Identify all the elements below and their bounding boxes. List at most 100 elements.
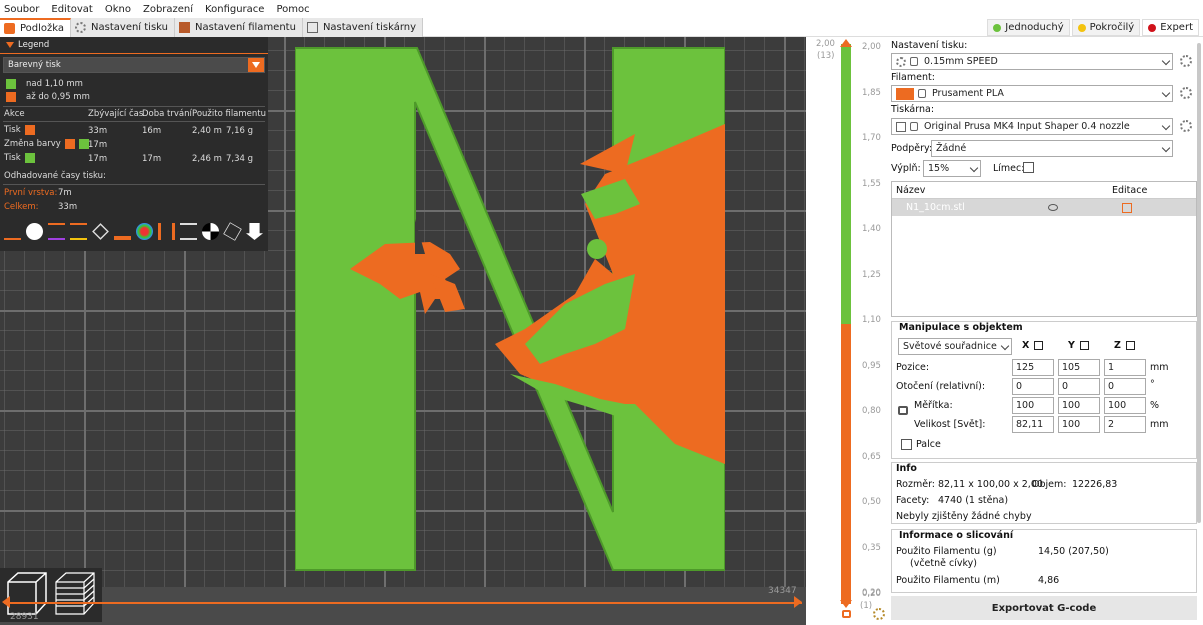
size-y-input[interactable]: 100 (1058, 416, 1100, 433)
sidebar: Nastavení tisku: 0.15mm SPEED Filament: … (886, 37, 1203, 625)
menu-window[interactable]: Okno (105, 4, 131, 15)
info-panel: Info Rozměr: 82,11 x 100,00 x 2,00 Objem… (891, 462, 1197, 524)
custom-gcodes-icon[interactable] (180, 223, 197, 240)
print-settings-edit-icon[interactable] (1180, 55, 1192, 67)
inches-checkbox[interactable] (901, 439, 912, 450)
mode-simple[interactable]: Jednoduchý (987, 19, 1070, 36)
rotation-y-input[interactable]: 0 (1058, 378, 1100, 395)
lower-thumb-icon[interactable] (840, 600, 852, 608)
filament-label: Filament: (891, 72, 935, 83)
legend-header[interactable]: Legend (0, 37, 268, 54)
col-header-edit: Editace (1112, 185, 1148, 196)
hslider-right-arrow-icon[interactable] (794, 596, 802, 608)
z-axis-drop-icon[interactable] (1126, 341, 1135, 350)
travel-icon[interactable] (4, 223, 21, 240)
scale-z-input[interactable]: 100 (1104, 397, 1146, 414)
supports-select[interactable]: Žádné (931, 140, 1173, 157)
lock-icon[interactable] (842, 610, 851, 618)
printer-small-icon (896, 121, 906, 132)
mode-expert[interactable]: Expert (1142, 19, 1199, 36)
view-type-select[interactable]: Barevný tisk (3, 57, 265, 73)
menu-edit[interactable]: Editovat (51, 4, 92, 15)
mode-advanced[interactable]: Pokročilý (1071, 19, 1141, 36)
tab-plater[interactable]: Podložka (0, 18, 72, 37)
x-axis-drop-icon[interactable] (1034, 341, 1043, 350)
printer-select[interactable]: Original Prusa MK4 Input Shaper 0.4 nozz… (891, 118, 1173, 135)
vertical-slider[interactable] (841, 44, 851, 604)
upper-thumb-icon[interactable] (840, 39, 852, 47)
row-duration: 17m (142, 154, 162, 164)
scale-lock-icon[interactable] (898, 406, 908, 415)
shells-icon[interactable] (223, 222, 242, 241)
infill-select[interactable]: 15% (923, 160, 981, 177)
print-settings-label: Nastavení tisku: (891, 40, 968, 51)
dropdown-arrow-icon (248, 58, 264, 72)
spool-icon (179, 22, 190, 33)
collapse-arrow-icon (6, 42, 14, 48)
position-z-input[interactable]: 1 (1104, 359, 1146, 376)
lock-small-icon (910, 122, 918, 131)
position-y-input[interactable]: 105 (1058, 359, 1100, 376)
rotation-x-input[interactable]: 0 (1012, 378, 1054, 395)
position-x-input[interactable]: 125 (1012, 359, 1054, 376)
scale-x-input[interactable]: 100 (1012, 397, 1054, 414)
center-of-gravity-icon[interactable] (202, 223, 219, 240)
vslider-tick-label: 0,65 (862, 451, 881, 462)
used-m-label: Použito Filamentu (m) (896, 575, 1000, 586)
preview-canvas[interactable]: Legend Barevný tisk nad 1,10 mm až do 0,… (0, 37, 836, 625)
printer-edit-icon[interactable] (1180, 120, 1192, 132)
export-gcode-button[interactable]: Exportovat G-code (891, 596, 1197, 620)
y-axis-drop-icon[interactable] (1080, 341, 1089, 350)
tool-marker-icon[interactable] (246, 223, 263, 240)
3d-view-icon[interactable] (7, 572, 47, 615)
hslider-left-arrow-icon[interactable] (2, 596, 10, 608)
color-changes-icon[interactable] (136, 223, 153, 240)
vslider-tick-label: 0,95 (862, 360, 881, 371)
pause-prints-icon[interactable] (158, 223, 175, 240)
position-label: Pozice: (896, 362, 930, 373)
tab-printer-settings[interactable]: Nastavení tiskárny (302, 18, 424, 37)
menu-bar: Soubor Editovat Okno Zobrazení Konfigura… (0, 0, 1203, 18)
tool-changes-icon[interactable] (114, 223, 131, 240)
size-x-input[interactable]: 82,11 (1012, 416, 1054, 433)
menu-view[interactable]: Zobrazení (143, 4, 193, 15)
vslider-tick-label: 1,25 (862, 269, 881, 280)
filament-color-swatch[interactable] (896, 87, 914, 100)
list-item[interactable]: N1_10cm.stl (892, 199, 1196, 216)
sidebar-scrollbar[interactable] (1197, 43, 1201, 523)
print-settings-select[interactable]: 0.15mm SPEED (891, 53, 1173, 70)
menu-configuration[interactable]: Konfigurace (205, 4, 264, 15)
retractions-icon[interactable] (48, 223, 65, 240)
wipe-icon[interactable] (26, 223, 43, 240)
row-action: Změna barvy (4, 139, 93, 149)
tab-print-settings[interactable]: Nastavení tisku (71, 18, 175, 37)
object-list: Název Editace N1_10cm.stl (891, 181, 1197, 317)
edit-object-icon[interactable] (1122, 203, 1132, 213)
menu-file[interactable]: Soubor (4, 4, 39, 15)
settings-cog-icon[interactable] (873, 608, 885, 620)
preview-layers-icon[interactable] (55, 572, 95, 615)
coordinate-system-select[interactable]: Světové souřadnice (898, 338, 1012, 355)
seams-icon[interactable] (92, 223, 109, 240)
model-preview (295, 47, 725, 571)
simple-dot-icon (993, 23, 1002, 32)
menu-help[interactable]: Pomoc (276, 4, 309, 15)
vslider-tick-label: 1,10 (862, 315, 881, 325)
brim-checkbox[interactable] (1023, 162, 1034, 173)
filament-edit-icon[interactable] (1180, 87, 1192, 99)
eye-icon[interactable] (1048, 204, 1058, 211)
object-manipulation-panel: Manipulace s objektem Světové souřadnice… (891, 321, 1197, 459)
scale-y-input[interactable]: 100 (1058, 397, 1100, 414)
facets-label: Facety: (896, 495, 930, 506)
unit-label: ° (1150, 379, 1155, 390)
size-z-input[interactable]: 2 (1104, 416, 1146, 433)
horizontal-slider[interactable] (4, 602, 802, 604)
estimated-times-label: Odhadované časy tisku: (4, 171, 106, 181)
used-g-sublabel: (včetně cívky) (910, 558, 977, 569)
filament-select[interactable]: Prusament PLA (891, 85, 1173, 102)
used-g-value: 14,50 (207,50) (1038, 546, 1109, 557)
brim-label: Límec: (993, 163, 1025, 174)
rotation-z-input[interactable]: 0 (1104, 378, 1146, 395)
deretractions-icon[interactable] (70, 223, 87, 240)
tab-filament-settings[interactable]: Nastavení filamentu (175, 18, 303, 37)
